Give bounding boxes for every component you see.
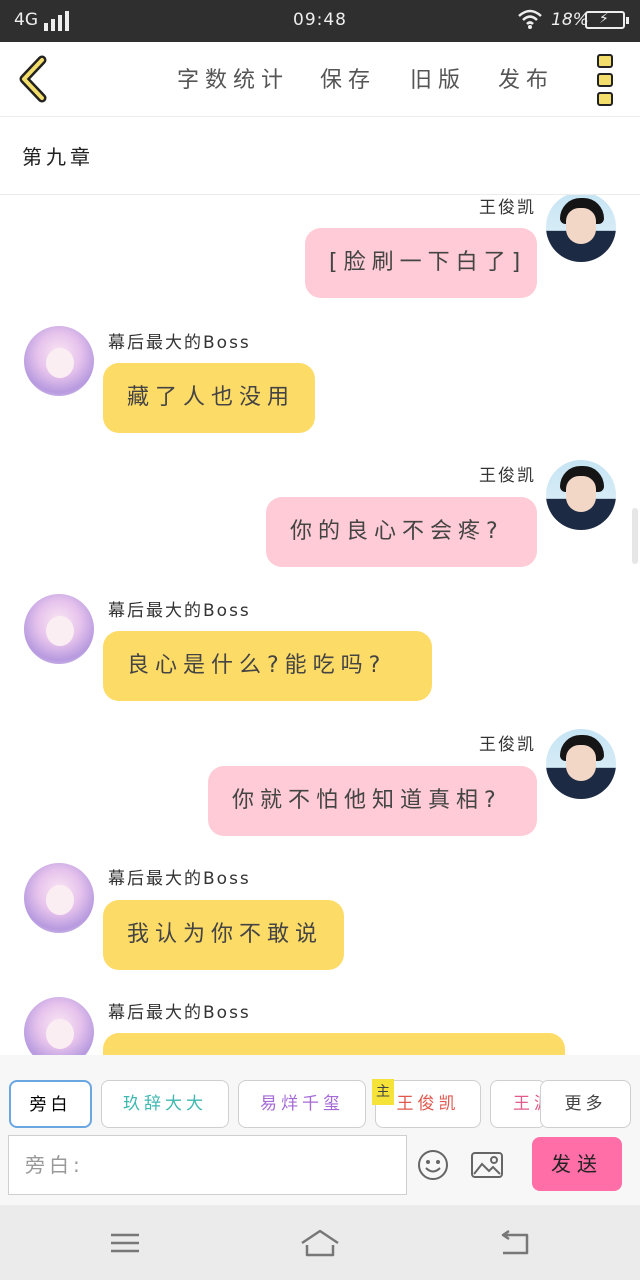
message-bubble[interactable]: 藏了人也没用 (103, 363, 315, 433)
sender-name: 王俊凯 (479, 466, 536, 486)
avatar-boss[interactable] (24, 594, 94, 664)
back-arrow-icon[interactable] (14, 54, 54, 104)
avatar-boss[interactable] (24, 997, 94, 1055)
status-bar: 4G 09:48 18% ⚡ (0, 0, 640, 42)
message-input[interactable] (8, 1135, 407, 1195)
input-panel: 旁白 玖辞大大 易烊千玺 王俊凯 主 王源 更多 发送 (0, 1055, 640, 1205)
role-yiyangqianxi[interactable]: 易烊千玺 (238, 1080, 366, 1128)
system-nav-bar (0, 1205, 640, 1280)
wifi-icon (518, 9, 542, 29)
sender-name: 幕后最大的Boss (108, 333, 251, 353)
message-bubble[interactable]: 良心是什么?能吃吗? (103, 631, 432, 701)
chat-area[interactable]: 王俊凯 [脸刷一下白了] 幕后最大的Boss 藏了人也没用 王俊凯 你的良心不会… (0, 195, 640, 1055)
avatar-boss[interactable] (24, 326, 94, 396)
scrollbar[interactable] (632, 508, 638, 564)
main-role-badge: 主 (372, 1079, 394, 1105)
battery-percent: 18% (551, 10, 589, 30)
message-bubble[interactable]: 你的良心不会疼? (266, 497, 537, 567)
role-wangyuan[interactable]: 王源 (490, 1080, 546, 1128)
more-menu-icon[interactable] (594, 54, 616, 106)
image-icon[interactable] (470, 1151, 504, 1179)
sender-name: 幕后最大的Boss (108, 869, 251, 889)
avatar-wangjunkai[interactable] (546, 729, 616, 799)
message-input-field[interactable] (9, 1136, 406, 1194)
role-narration[interactable]: 旁白 (9, 1080, 92, 1128)
menu-icon[interactable] (105, 1223, 145, 1263)
word-count-button[interactable]: 字数统计 (177, 62, 289, 94)
message-bubble[interactable]: 你就不怕他知道真相? (208, 766, 537, 836)
old-version-button[interactable]: 旧版 (410, 62, 466, 94)
emoji-icon[interactable] (417, 1149, 449, 1181)
sender-name: 幕后最大的Boss (108, 1003, 251, 1023)
more-roles-button[interactable]: 更多 (540, 1080, 631, 1128)
clock: 09:48 (293, 10, 347, 30)
message-bubble[interactable]: [脸刷一下白了] (305, 228, 537, 298)
publish-button[interactable]: 发布 (498, 62, 554, 94)
sender-name: 幕后最大的Boss (108, 601, 251, 621)
role-jiuci[interactable]: 玖辞大大 (101, 1080, 229, 1128)
message-bubble[interactable]: 我认为你不敢说 (103, 900, 344, 970)
send-button[interactable]: 发送 (532, 1137, 622, 1191)
save-button[interactable]: 保存 (320, 62, 376, 94)
avatar-wangjunkai[interactable] (546, 460, 616, 530)
home-icon[interactable] (298, 1223, 342, 1263)
chapter-title: 第九章 (22, 145, 94, 169)
sender-name: 王俊凯 (479, 198, 536, 218)
avatar-wangjunkai[interactable] (546, 195, 616, 262)
avatar-boss[interactable] (24, 863, 94, 933)
charging-icon: ⚡ (599, 11, 609, 27)
battery-icon: ⚡ (585, 11, 629, 29)
sender-name: 王俊凯 (479, 735, 536, 755)
chapter-header[interactable]: 第九章 (0, 117, 640, 195)
editor-toolbar: 字数统计 保存 旧版 发布 (0, 42, 640, 117)
message-bubble[interactable] (103, 1033, 565, 1055)
back-icon[interactable] (495, 1223, 535, 1263)
